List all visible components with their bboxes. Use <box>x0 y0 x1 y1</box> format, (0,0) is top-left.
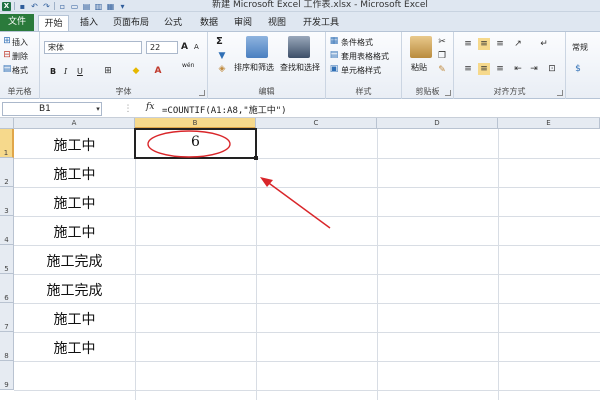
bold-button[interactable]: B <box>50 67 56 76</box>
underline-button[interactable]: U <box>77 67 83 76</box>
editing-group: Σ ▼ ◈ 排序和筛选 查找和选择 编辑 <box>208 32 326 99</box>
formula-bar: B1 ▾ ⋮ fx =COUNTIF(A1:A8,"施工中") <box>0 100 600 118</box>
shrink-font-button[interactable]: A <box>194 43 199 51</box>
tab-developer[interactable]: 开发工具 <box>298 15 344 31</box>
cell-styles-icon: ▣ <box>329 64 339 74</box>
font-group-label: 字体 <box>115 87 132 96</box>
align-left-icon[interactable]: ≡ <box>462 63 474 75</box>
align-bottom-icon[interactable]: ≡ <box>494 38 506 50</box>
number-format-select[interactable]: 常规 <box>572 42 588 53</box>
styles-group-label: 样式 <box>355 87 372 96</box>
cut-icon[interactable]: ✂ <box>436 36 448 48</box>
tab-data[interactable]: 数据 <box>194 15 224 31</box>
font-dialog-launcher-icon[interactable] <box>199 90 205 96</box>
font-size-select[interactable]: 22 <box>146 41 178 54</box>
sort-filter-icon <box>246 36 268 58</box>
more-icon: ⋮ <box>123 104 133 114</box>
table-format-button[interactable]: 套用表格格式 <box>341 51 389 62</box>
tab-page-layout[interactable]: 页面布局 <box>108 15 154 31</box>
styles-group: ▦ 条件格式 ▤ 套用表格格式 ▣ 单元格样式 样式 <box>326 32 402 99</box>
highlight-ellipse <box>147 130 231 158</box>
alignment-group: ≡ ≡ ≡ ↗ ↵ ≡ ≡ ≡ ⇤ ⇥ ⊡ 对齐方式 <box>454 32 566 99</box>
table-format-icon: ▤ <box>329 50 339 60</box>
conditional-format-icon: ▦ <box>329 36 339 46</box>
align-right-icon[interactable]: ≡ <box>494 63 506 75</box>
clipboard-group: 粘贴 ✂ ❐ ✎ 剪贴板 <box>402 32 454 99</box>
currency-icon[interactable]: $ <box>572 63 584 75</box>
formula-input[interactable]: =COUNTIF(A1:A8,"施工中") <box>162 103 287 116</box>
font-name-select[interactable]: 宋体 <box>44 41 142 54</box>
name-box-dropdown-icon[interactable]: ▾ <box>92 103 104 115</box>
decrease-indent-icon[interactable]: ⇤ <box>512 63 524 75</box>
increase-indent-icon[interactable]: ⇥ <box>528 63 540 75</box>
format-painter-icon[interactable]: ✎ <box>436 64 448 76</box>
font-group: 宋体 22 A A B I U ⊞ ◆ A wén 字体 <box>40 32 208 99</box>
window-title: 新建 Microsoft Excel 工作表.xlsx - Microsoft … <box>212 0 428 10</box>
fill-icon[interactable]: ▼ <box>216 50 228 62</box>
cell-styles-button[interactable]: 单元格样式 <box>341 65 381 76</box>
grow-font-button[interactable]: A <box>181 42 188 52</box>
merge-center-icon[interactable]: ⊡ <box>546 63 558 75</box>
italic-button[interactable]: I <box>64 67 67 76</box>
autosum-button[interactable]: Σ <box>216 36 223 47</box>
sort-filter-button[interactable]: 排序和筛选 <box>234 62 274 73</box>
ribbon: ⊞ 插入 ⊟ 删除 ▤ 格式 单元格 宋体 22 A A B I U ⊞ ◆ A… <box>0 31 600 99</box>
align-top-icon[interactable]: ≡ <box>462 38 474 50</box>
number-group: 常规 $ <box>566 32 600 99</box>
orientation-icon[interactable]: ↗ <box>512 38 524 50</box>
conditional-format-button[interactable]: 条件格式 <box>341 37 373 48</box>
editing-group-label: 编辑 <box>258 87 275 96</box>
borders-icon[interactable]: ⊞ <box>102 65 114 77</box>
find-select-button[interactable]: 查找和选择 <box>280 62 320 73</box>
align-center-icon[interactable]: ≡ <box>478 63 490 75</box>
tab-view[interactable]: 视图 <box>262 15 292 31</box>
title-bar: X ▪ ↶ ↷ ▫ ▭ ▤ ▥ ▦ ▾ 新建 Microsoft Excel 工… <box>0 0 600 12</box>
paste-icon <box>410 36 432 58</box>
tab-review[interactable]: 审阅 <box>228 15 258 31</box>
cells-group-label: 单元格 <box>7 87 32 96</box>
clipboard-dialog-launcher-icon[interactable] <box>445 90 451 96</box>
insert-button[interactable]: 插入 <box>12 37 28 48</box>
fill-color-icon[interactable]: ◆ <box>130 65 142 77</box>
paste-button[interactable]: 粘贴 <box>411 62 427 73</box>
annotation-overlay <box>147 130 331 229</box>
tab-insert[interactable]: 插入 <box>74 15 104 31</box>
tab-home[interactable]: 开始 <box>38 15 69 31</box>
name-box[interactable]: B1 <box>2 102 102 116</box>
tab-formulas[interactable]: 公式 <box>158 15 188 31</box>
annotation-arrow-line <box>265 180 331 229</box>
delete-button[interactable]: 删除 <box>12 51 28 62</box>
alignment-dialog-launcher-icon[interactable] <box>557 90 563 96</box>
phonetic-button[interactable]: wén <box>182 62 194 69</box>
format-button[interactable]: 格式 <box>12 65 28 76</box>
wrap-text-icon[interactable]: ↵ <box>538 38 550 50</box>
clear-icon[interactable]: ◈ <box>216 63 228 75</box>
cells-group: ⊞ 插入 ⊟ 删除 ▤ 格式 单元格 <box>0 32 40 99</box>
ribbon-tabs: 文件 开始 插入 页面布局 公式 数据 审阅 视图 开发工具 <box>0 12 600 31</box>
find-select-icon <box>288 36 310 58</box>
tab-file[interactable]: 文件 <box>0 14 34 31</box>
copy-icon[interactable]: ❐ <box>436 50 448 62</box>
worksheet-grid: A B C D E 1 2 3 4 5 6 7 8 9 施工中 施工中 施工中 … <box>0 118 600 400</box>
align-middle-icon[interactable]: ≡ <box>478 38 490 50</box>
insert-function-button[interactable]: fx <box>146 102 154 112</box>
alignment-group-label: 对齐方式 <box>493 87 526 96</box>
font-color-icon[interactable]: A <box>152 65 164 77</box>
